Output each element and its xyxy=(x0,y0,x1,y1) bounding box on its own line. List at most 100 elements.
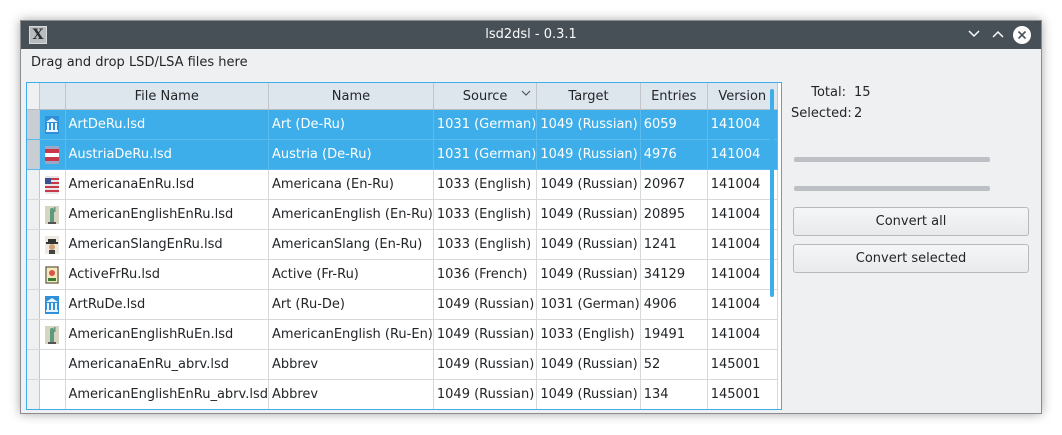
name-cell[interactable]: Art (De-Ru) xyxy=(268,109,434,140)
icon-column-header[interactable] xyxy=(39,83,66,110)
file-table[interactable]: File Name Name Source Target Entries Ver… xyxy=(26,82,782,410)
column-header-target[interactable]: Target xyxy=(536,83,641,110)
name-cell[interactable]: Active (Fr-Ru) xyxy=(268,259,434,290)
file-name-cell[interactable]: AmericanEnglishEnRu.lsd xyxy=(65,199,269,230)
target-cell[interactable]: 1031 (German) xyxy=(536,289,641,320)
target-cell[interactable]: 1033 (English) xyxy=(536,319,641,350)
file-name-cell[interactable]: AmericanEnglishRuEn.lsd xyxy=(65,319,269,350)
titlebar[interactable]: X lsd2dsl - 0.3.1 xyxy=(21,21,1041,49)
file-name-cell[interactable]: AmericanEnglishEnRu_abrv.lsd xyxy=(65,379,269,409)
column-header-entries[interactable]: Entries xyxy=(640,83,708,110)
row-header[interactable] xyxy=(27,379,40,409)
row-header[interactable] xyxy=(27,259,40,290)
close-button[interactable] xyxy=(1013,26,1031,44)
version-cell[interactable]: 141004 xyxy=(707,259,778,290)
source-cell[interactable]: 1031 (German) xyxy=(433,139,538,170)
maximize-button[interactable] xyxy=(988,25,1008,45)
version-cell[interactable]: 145001 xyxy=(707,349,778,380)
entries-cell[interactable]: 20967 xyxy=(640,169,708,200)
target-cell[interactable]: 1049 (Russian) xyxy=(536,229,641,260)
corner-cell[interactable] xyxy=(27,83,40,110)
version-cell[interactable]: 141004 xyxy=(707,229,778,260)
source-cell[interactable]: 1033 (English) xyxy=(433,229,538,260)
row-header[interactable] xyxy=(27,319,40,350)
table-row[interactable]: AmericanaEnRu_abrv.lsd Abbrev 1049 (Russia… xyxy=(27,349,778,380)
convert-selected-button[interactable]: Convert selected xyxy=(793,244,1029,273)
table-row[interactable]: AmericanEnglishEnRu_abrv.lsd Abbrev 1049 (… xyxy=(27,379,778,409)
table-row[interactable]: AmericanaEnRu.lsd Americana (En-Ru) 1033 (… xyxy=(27,169,778,200)
source-cell[interactable]: 1036 (French) xyxy=(433,259,538,290)
file-name-cell[interactable]: AmericanaEnRu.lsd xyxy=(65,169,269,200)
version-cell[interactable]: 145001 xyxy=(707,379,778,409)
version-cell[interactable]: 141004 xyxy=(707,289,778,320)
version-cell[interactable]: 141004 xyxy=(707,169,778,200)
table-row[interactable]: ArtRuDe.lsd Art (Ru-De) 1049 (Russian) 1031… xyxy=(27,289,778,320)
file-name-cell[interactable]: AmericanaEnRu_abrv.lsd xyxy=(65,349,269,380)
museum-icon xyxy=(45,295,59,314)
file-name-cell[interactable]: ArtDeRu.lsd xyxy=(65,109,269,140)
row-header[interactable] xyxy=(27,199,40,230)
column-header-file-name[interactable]: File Name xyxy=(65,83,269,110)
row-header[interactable] xyxy=(27,169,40,200)
file-name-cell[interactable]: ActiveFrRu.lsd xyxy=(65,259,269,290)
version-cell[interactable]: 141004 xyxy=(707,109,778,140)
source-cell[interactable]: 1031 (German) xyxy=(433,109,538,140)
file-name-cell[interactable]: AustriaDeRu.lsd xyxy=(65,139,269,170)
entries-cell[interactable]: 4906 xyxy=(640,289,708,320)
column-header-source[interactable]: Source xyxy=(433,83,538,110)
entries-cell[interactable]: 20895 xyxy=(640,199,708,230)
name-cell[interactable]: Art (Ru-De) xyxy=(268,289,434,320)
source-cell[interactable]: 1049 (Russian) xyxy=(433,349,538,380)
version-cell[interactable]: 141004 xyxy=(707,139,778,170)
row-header[interactable] xyxy=(27,289,40,320)
name-cell[interactable]: Americana (En-Ru) xyxy=(268,169,434,200)
target-cell[interactable]: 1049 (Russian) xyxy=(536,199,641,230)
entries-cell[interactable]: 6059 xyxy=(640,109,708,140)
name-cell[interactable]: AmericanEnglish (En-Ru) xyxy=(268,199,434,230)
row-header[interactable] xyxy=(27,229,40,260)
name-cell[interactable]: AmericanEnglish (Ru-En) xyxy=(268,319,434,350)
table-row[interactable]: ArtDeRu.lsd Art (De-Ru) 1031 (German) 1049 … xyxy=(27,109,778,140)
table-row[interactable]: AmericanEnglishRuEn.lsd AmericanEnglish (… xyxy=(27,319,778,350)
source-cell[interactable]: 1049 (Russian) xyxy=(433,289,538,320)
table-row[interactable]: ActiveFrRu.lsd Active (Fr-Ru) 1036 (French… xyxy=(27,259,778,290)
source-cell[interactable]: 1049 (Russian) xyxy=(433,379,538,409)
target-cell[interactable]: 1049 (Russian) xyxy=(536,169,641,200)
name-cell[interactable]: Abbrev xyxy=(268,349,434,380)
file-name-cell[interactable]: ArtRuDe.lsd xyxy=(65,289,269,320)
row-header[interactable] xyxy=(27,349,40,380)
window-title: lsd2dsl - 0.3.1 xyxy=(485,27,577,42)
source-cell[interactable]: 1049 (Russian) xyxy=(433,319,538,350)
entries-cell[interactable]: 19491 xyxy=(640,319,708,350)
convert-all-button[interactable]: Convert all xyxy=(793,207,1029,236)
source-cell[interactable]: 1033 (English) xyxy=(433,169,538,200)
vertical-scrollbar[interactable] xyxy=(770,89,774,297)
entries-cell[interactable]: 34129 xyxy=(640,259,708,290)
version-cell[interactable]: 141004 xyxy=(707,319,778,350)
name-cell[interactable]: AmericanSlang (En-Ru) xyxy=(268,229,434,260)
chevron-down-icon xyxy=(968,30,980,38)
entries-cell[interactable]: 52 xyxy=(640,349,708,380)
table-row[interactable]: AustriaDeRu.lsd Austria (De-Ru) 1031 (Germ… xyxy=(27,139,778,170)
target-cell[interactable]: 1049 (Russian) xyxy=(536,139,641,170)
row-header[interactable] xyxy=(27,109,40,140)
total-label: Total: xyxy=(811,85,846,100)
target-cell[interactable]: 1049 (Russian) xyxy=(536,379,641,409)
row-header[interactable] xyxy=(27,139,40,170)
column-header-name[interactable]: Name xyxy=(268,83,434,110)
entries-cell[interactable]: 134 xyxy=(640,379,708,409)
version-cell[interactable]: 141004 xyxy=(707,199,778,230)
table-row[interactable]: AmericanSlangEnRu.lsd AmericanSlang (En-R… xyxy=(27,229,778,260)
source-cell[interactable]: 1033 (English) xyxy=(433,199,538,230)
table-row[interactable]: AmericanEnglishEnRu.lsd AmericanEnglish (… xyxy=(27,199,778,230)
entries-cell[interactable]: 4976 xyxy=(640,139,708,170)
file-name-cell[interactable]: AmericanSlangEnRu.lsd xyxy=(65,229,269,260)
minimize-button[interactable] xyxy=(964,25,984,45)
target-cell[interactable]: 1049 (Russian) xyxy=(536,259,641,290)
target-cell[interactable]: 1049 (Russian) xyxy=(536,349,641,380)
name-cell[interactable]: Abbrev xyxy=(268,379,434,409)
entries-cell[interactable]: 1241 xyxy=(640,229,708,260)
target-cell[interactable]: 1049 (Russian) xyxy=(536,109,641,140)
name-cell[interactable]: Austria (De-Ru) xyxy=(268,139,434,170)
column-header-version[interactable]: Version xyxy=(707,83,778,110)
